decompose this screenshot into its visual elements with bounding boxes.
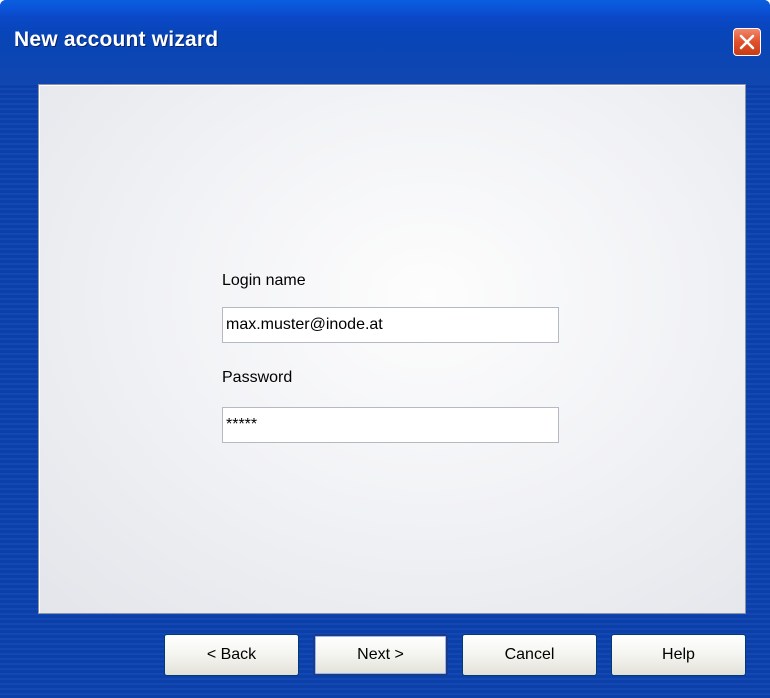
password-input[interactable]: ***** (222, 407, 559, 443)
wizard-content-panel: Login name max.muster@inode.at Password … (38, 84, 746, 614)
help-button[interactable]: Help (611, 634, 746, 676)
login-name-label: Login name (222, 272, 306, 289)
back-button[interactable]: < Back (164, 634, 299, 676)
window-title: New account wizard (14, 28, 219, 51)
password-label: Password (222, 369, 293, 386)
cancel-button[interactable]: Cancel (462, 634, 597, 676)
close-button[interactable] (733, 28, 761, 56)
login-name-input[interactable]: max.muster@inode.at (222, 307, 559, 343)
wizard-window: New account wizard Login name max.muster… (0, 0, 770, 698)
close-x-icon (739, 34, 755, 50)
title-bar[interactable]: New account wizard (0, 0, 770, 84)
next-button[interactable]: Next > (313, 634, 448, 676)
